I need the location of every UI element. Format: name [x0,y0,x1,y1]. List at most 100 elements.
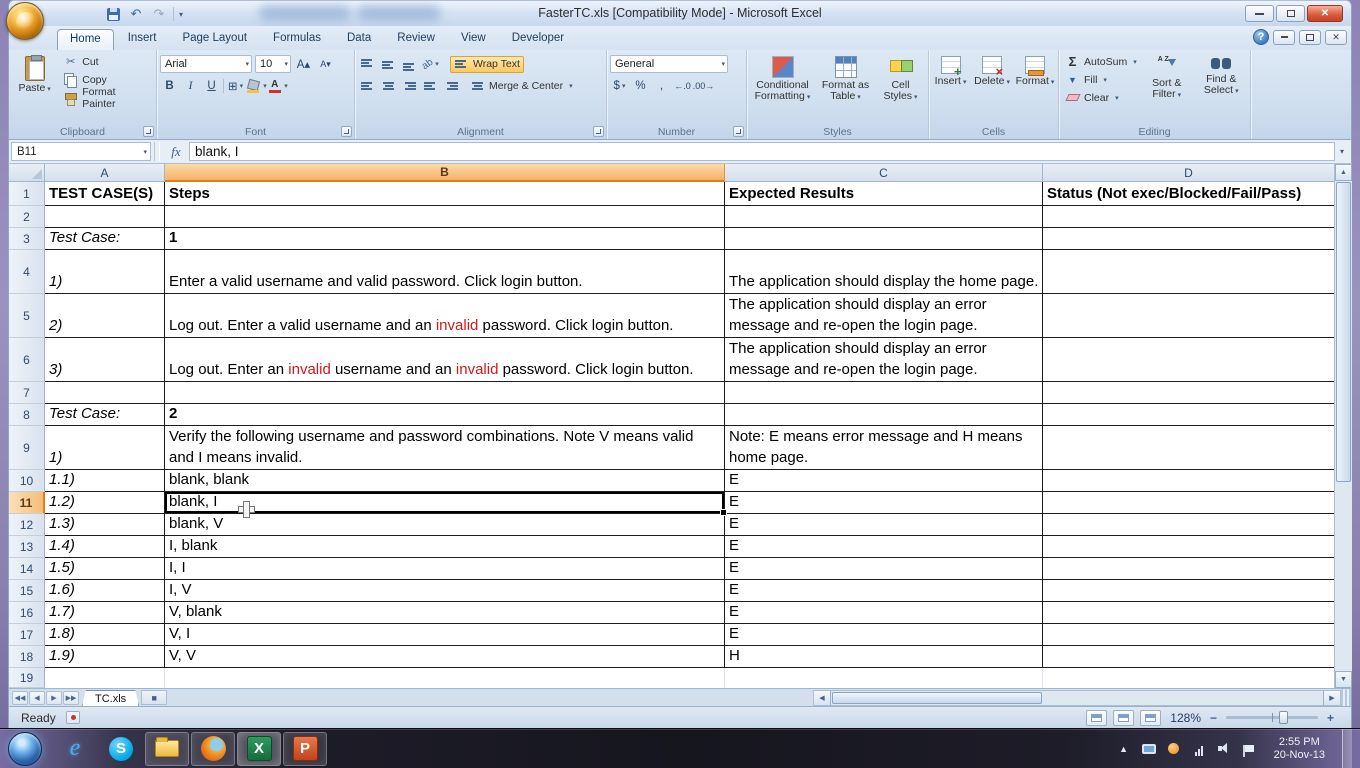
column-header-A[interactable]: A [45,164,165,182]
cell-D8[interactable] [1043,404,1335,426]
delete-cells-button[interactable]: Delete▾ [972,53,1012,124]
taskbar-ie-button[interactable]: e [53,732,97,766]
show-desktop-button[interactable] [1342,728,1352,768]
align-left-button[interactable] [358,77,377,95]
row-header-18[interactable]: 18 [9,646,45,668]
find-select-button[interactable]: Find & Select ▾ [1196,53,1248,124]
cell-C3[interactable] [725,228,1043,250]
cell-C5[interactable]: The application should display an error … [725,294,1043,338]
help-icon[interactable]: ? [1253,29,1269,45]
cell-C9[interactable]: Note: E means error message and H means … [725,426,1043,470]
tab-split-handle[interactable] [1341,689,1351,706]
format-cells-button[interactable]: Format ▾ [1015,53,1055,124]
increase-indent-button[interactable] [442,77,461,95]
cell-B7[interactable] [165,382,725,404]
tab-view[interactable]: View [449,29,498,50]
row-header-17[interactable]: 17 [9,624,45,646]
insert-cells-button[interactable]: Insert▾ [932,53,969,124]
cell-D10[interactable] [1043,470,1335,492]
taskbar-powerpoint-button[interactable]: P [283,731,327,766]
tab-home[interactable]: Home [57,29,114,50]
cell-D13[interactable] [1043,536,1335,558]
column-header-B[interactable]: B [165,164,725,182]
font-size-combo[interactable]: 10 ▾ [255,55,291,73]
cell-B19[interactable] [165,668,725,688]
maximize-button[interactable] [1276,5,1305,22]
close-button[interactable]: ✕ [1307,5,1343,22]
scroll-down-icon[interactable]: ▼ [1335,671,1352,688]
row-header-19[interactable]: 19 [9,668,45,688]
cell-C10[interactable]: E [725,470,1043,492]
horizontal-scroll-thumb[interactable] [832,691,1042,704]
taskbar-skype-button[interactable]: S [99,732,143,766]
row-header-9[interactable]: 9 [9,426,45,470]
row-header-5[interactable]: 5 [9,294,45,338]
name-box-dropdown-icon[interactable]: ▾ [143,148,147,156]
cell-C8[interactable] [725,404,1043,426]
cell-D14[interactable] [1043,558,1335,580]
network-icon[interactable] [1191,742,1207,756]
cell-D6[interactable] [1043,338,1335,382]
row-header-4[interactable]: 4 [9,250,45,294]
tab-formulas[interactable]: Formulas [261,29,333,50]
middle-align-button[interactable] [379,55,398,73]
cell-D12[interactable] [1043,514,1335,536]
cell-A18[interactable]: 1.9) [45,646,165,668]
insert-function-button[interactable]: fx [163,144,189,160]
vertical-scroll-thumb[interactable] [1336,182,1351,482]
redo-button[interactable]: ↷ [150,5,168,23]
cell-C16[interactable]: E [725,602,1043,624]
cell-C14[interactable]: E [725,558,1043,580]
cell-C15[interactable]: E [725,580,1043,602]
tab-review[interactable]: Review [385,29,447,50]
name-box[interactable]: B11 ▾ [11,142,151,161]
vertical-scrollbar[interactable]: ▲ ▼ [1334,164,1352,688]
orientation-button[interactable]: ab ▾ [420,55,440,73]
action-center-flag-icon[interactable] [1241,742,1257,757]
update-icon[interactable] [1166,742,1182,756]
cell-B18[interactable]: V, V [165,646,725,668]
row-header-11[interactable]: 11 [9,492,45,514]
cell-B6[interactable]: Log out. Enter an invalid username and a… [165,338,725,382]
cell-B10[interactable]: blank, blank [165,470,725,492]
percent-style-button[interactable]: % [631,77,650,95]
scroll-right-icon[interactable]: ▶ [1323,690,1340,705]
tab-page-layout[interactable]: Page Layout [170,29,259,50]
next-sheet-icon[interactable]: ▶ [46,690,62,705]
row-header-8[interactable]: 8 [9,404,45,426]
bottom-align-button[interactable] [400,55,419,73]
horizontal-scrollbar[interactable]: ◀ ▶ [813,689,1341,706]
cell-B15[interactable]: I, V [165,580,725,602]
zoom-level[interactable]: 128% [1167,711,1201,725]
font-color-button[interactable]: A ▾ [268,77,288,95]
cell-C17[interactable]: E [725,624,1043,646]
cell-A8[interactable]: Test Case: [45,404,165,426]
display-icon[interactable] [1141,742,1157,756]
cell-D5[interactable] [1043,294,1335,338]
taskbar-explorer-button[interactable] [145,731,189,766]
accounting-format-button[interactable]: $ ▾ [610,77,629,95]
cell-A10[interactable]: 1.1) [45,470,165,492]
scroll-up-icon[interactable]: ▲ [1335,164,1352,181]
cell-B2[interactable] [165,206,725,228]
cut-button[interactable]: ✂ Cut [60,53,153,70]
tab-developer[interactable]: Developer [500,29,576,50]
cell-A17[interactable]: 1.8) [45,624,165,646]
row-header-2[interactable]: 2 [9,206,45,228]
row-header-6[interactable]: 6 [9,338,45,382]
cell-C4[interactable]: The application should display the home … [725,250,1043,294]
row-header-16[interactable]: 16 [9,602,45,624]
paste-button[interactable]: Paste ▾ [12,53,57,124]
volume-icon[interactable] [1216,742,1232,756]
align-center-button[interactable] [379,77,398,95]
fill-color-button[interactable]: ▾ [247,77,267,95]
workbook-minimize-button[interactable] [1273,29,1295,45]
taskbar-clock[interactable]: 2:55 PM 20-Nov-13 [1266,736,1333,762]
sheet-tab-tcxls[interactable]: TC.xls [82,690,139,707]
zoom-out-button[interactable]: − [1207,711,1220,725]
cell-C12[interactable]: E [725,514,1043,536]
formula-input[interactable]: blank, I [189,142,1335,161]
cell-styles-button[interactable]: Cell Styles ▾ [878,53,924,124]
row-header-1[interactable]: 1 [9,182,45,206]
cell-C11[interactable]: E [725,492,1043,514]
